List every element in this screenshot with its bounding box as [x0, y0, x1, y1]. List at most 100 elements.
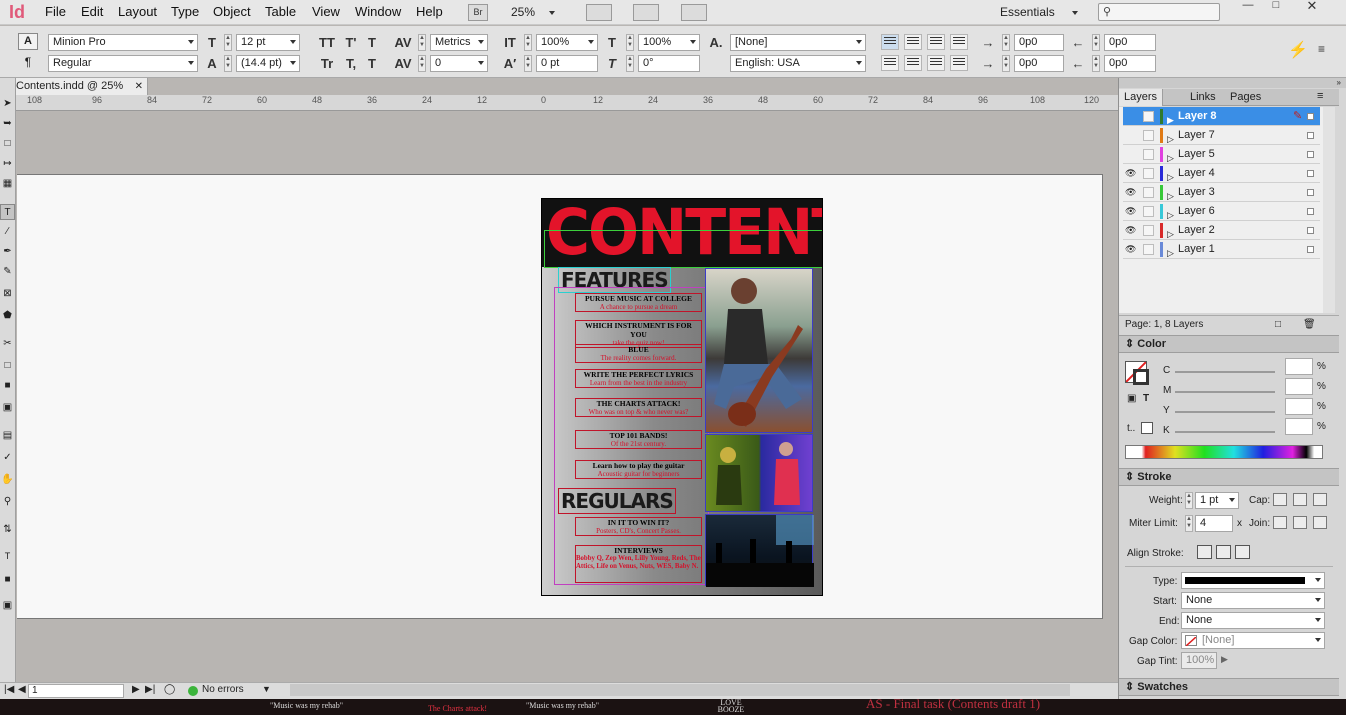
align-left-button[interactable]	[881, 34, 899, 50]
butt-cap-button[interactable]	[1273, 493, 1287, 506]
strikethrough-icon[interactable]: T	[362, 55, 382, 72]
layer-select-square[interactable]	[1307, 246, 1314, 253]
free-transform-tool-icon[interactable]: □	[0, 358, 15, 374]
font-size-stepper[interactable]: ▲ ▼	[224, 34, 232, 51]
gap-color-select[interactable]: [None]	[1181, 632, 1325, 649]
direct-selection-tool-icon[interactable]: ➥	[0, 116, 15, 132]
weight-stepper[interactable]: ▲ ▼	[1185, 492, 1193, 509]
menu-type[interactable]: Type	[171, 0, 199, 25]
expand-triangle-icon[interactable]: ▷	[1167, 244, 1174, 263]
gradient-swatch-tool-icon[interactable]: ■	[0, 378, 15, 394]
page-tool-icon[interactable]: □	[0, 136, 15, 152]
bridge-button[interactable]: Br	[468, 4, 488, 21]
next-page-icon[interactable]: ▶	[132, 684, 140, 695]
eye-icon[interactable]: 👁	[1125, 186, 1138, 198]
kerning-select[interactable]: Metrics	[430, 34, 488, 51]
eye-icon[interactable]: 👁	[1125, 224, 1138, 236]
layer-row-4[interactable]: 👁 ▷ Layer 4	[1123, 164, 1320, 183]
layer-select-square[interactable]	[1307, 227, 1314, 234]
rectangle-frame-tool-icon[interactable]: ⊠	[0, 286, 15, 302]
eye-icon[interactable]: 👁	[1125, 167, 1138, 179]
layer-row-3[interactable]: 👁 ▷ Layer 3	[1123, 183, 1320, 202]
menu-edit[interactable]: Edit	[81, 0, 103, 25]
layer-select-square[interactable]	[1307, 170, 1314, 177]
superscript-icon[interactable]: T'	[341, 34, 361, 51]
close-tab-icon[interactable]: ✕	[135, 78, 143, 95]
baseline-shift-field[interactable]: 0 pt	[536, 55, 598, 72]
menu-window[interactable]: Window	[355, 0, 401, 25]
concert-photo-1[interactable]	[705, 434, 813, 512]
concert-photo-2[interactable]	[705, 514, 814, 587]
baseline-shift-stepper[interactable]: ▲ ▼	[524, 55, 532, 72]
feature-entry[interactable]: BLUE The reality comes forward.	[575, 344, 702, 363]
justify-center-button[interactable]	[904, 55, 922, 71]
layer-row-7[interactable]: ▷ Layer 7	[1123, 126, 1320, 145]
layer-row-8[interactable]: ▶ Layer 8 ✎	[1123, 107, 1320, 126]
layer-row-6[interactable]: 👁 ▷ Layer 6	[1123, 202, 1320, 221]
layer-select-square[interactable]	[1307, 208, 1314, 215]
preflight-menu-icon[interactable]: ▼	[262, 684, 271, 694]
kerning-stepper[interactable]: ▲ ▼	[418, 34, 426, 51]
underline-icon[interactable]: T	[362, 34, 382, 51]
regular-entry[interactable]: INTERVIEWS Bobby Q, Zep Wen, Lilly Young,…	[575, 545, 702, 583]
fill-stroke-swap-icon[interactable]: ⇅	[0, 522, 15, 538]
screen-mode-icon[interactable]	[633, 4, 659, 21]
menu-help[interactable]: Help	[416, 0, 443, 25]
guitarist-photo[interactable]	[705, 268, 813, 433]
lock-toggle[interactable]	[1143, 130, 1154, 141]
horizontal-scale-field[interactable]: 100%	[638, 34, 700, 51]
language-select[interactable]: English: USA	[730, 55, 866, 72]
stroke-panel-header[interactable]: ⇕ Stroke	[1119, 468, 1339, 486]
align-inside-stroke-button[interactable]	[1216, 545, 1231, 559]
stroke-type-select[interactable]	[1181, 572, 1325, 589]
subscript-icon[interactable]: T,	[341, 55, 361, 72]
lock-toggle[interactable]	[1143, 187, 1154, 198]
type-tool-icon[interactable]: T	[0, 204, 15, 220]
layers-scrollbar[interactable]	[1323, 107, 1335, 313]
regulars-heading[interactable]: REGULARS	[558, 488, 676, 514]
black-field[interactable]	[1285, 418, 1313, 435]
left-indent-stepper[interactable]: ▲ ▼	[1002, 34, 1010, 51]
skew-stepper[interactable]: ▲ ▼	[626, 55, 634, 72]
layer-select-square[interactable]	[1307, 132, 1314, 139]
collapse-panels-icon[interactable]: »	[1119, 78, 1346, 88]
projecting-cap-button[interactable]	[1313, 493, 1327, 506]
vertical-scale-stepper[interactable]: ▲ ▼	[524, 34, 532, 51]
character-mode-icon[interactable]: A	[18, 33, 38, 50]
restore-button[interactable]: □	[1262, 0, 1290, 13]
align-center-button[interactable]	[904, 34, 922, 50]
layer-select-square[interactable]	[1307, 189, 1314, 196]
visibility-toggle[interactable]	[1125, 110, 1138, 122]
align-towards-spine-button[interactable]	[950, 34, 968, 50]
scissors-tool-icon[interactable]: ✂	[0, 336, 15, 352]
feature-entry[interactable]: WRITE THE PERFECT LYRICS Learn from the b…	[575, 369, 702, 388]
panel-menu-icon[interactable]: ≡	[1317, 90, 1323, 102]
lock-toggle[interactable]	[1143, 225, 1154, 236]
leading-field[interactable]: (14.4 pt)	[236, 55, 300, 72]
round-join-button[interactable]	[1293, 516, 1307, 529]
new-layer-icon[interactable]: □	[1275, 316, 1281, 334]
lock-toggle[interactable]	[1143, 111, 1154, 122]
tracking-select[interactable]: 0	[430, 55, 488, 72]
leading-stepper[interactable]: ▲ ▼	[224, 55, 232, 72]
menu-object[interactable]: Object	[213, 0, 251, 25]
tab-pages[interactable]: Pages	[1225, 89, 1266, 106]
stroke-swatch[interactable]	[1133, 369, 1149, 385]
feature-entry[interactable]: TOP 101 BANDS! Of the 21st century.	[575, 430, 702, 449]
preflight-status-text[interactable]: No errors	[202, 684, 244, 695]
cyan-slider[interactable]	[1175, 371, 1275, 373]
miter-stepper[interactable]: ▲ ▼	[1185, 515, 1193, 532]
view-options-icon[interactable]	[586, 4, 612, 21]
selection-tool-icon[interactable]: ➤	[0, 96, 15, 112]
minimize-button[interactable]: —	[1234, 0, 1262, 13]
quick-apply-icon[interactable]: ⚡	[1288, 40, 1308, 60]
miter-join-button[interactable]	[1273, 516, 1287, 529]
magenta-field[interactable]	[1285, 378, 1313, 395]
control-panel-menu-icon[interactable]: ≡	[1318, 42, 1325, 56]
close-window-button[interactable]: ✕	[1292, 0, 1332, 13]
pencil-tool-icon[interactable]: ✎	[0, 264, 15, 280]
eyedropper-tool-icon[interactable]: ✓	[0, 450, 15, 466]
layer-select-square[interactable]	[1307, 151, 1314, 158]
zoom-tool-icon[interactable]: ⚲	[0, 494, 15, 510]
delete-layer-icon[interactable]: 🗑	[1303, 316, 1316, 334]
